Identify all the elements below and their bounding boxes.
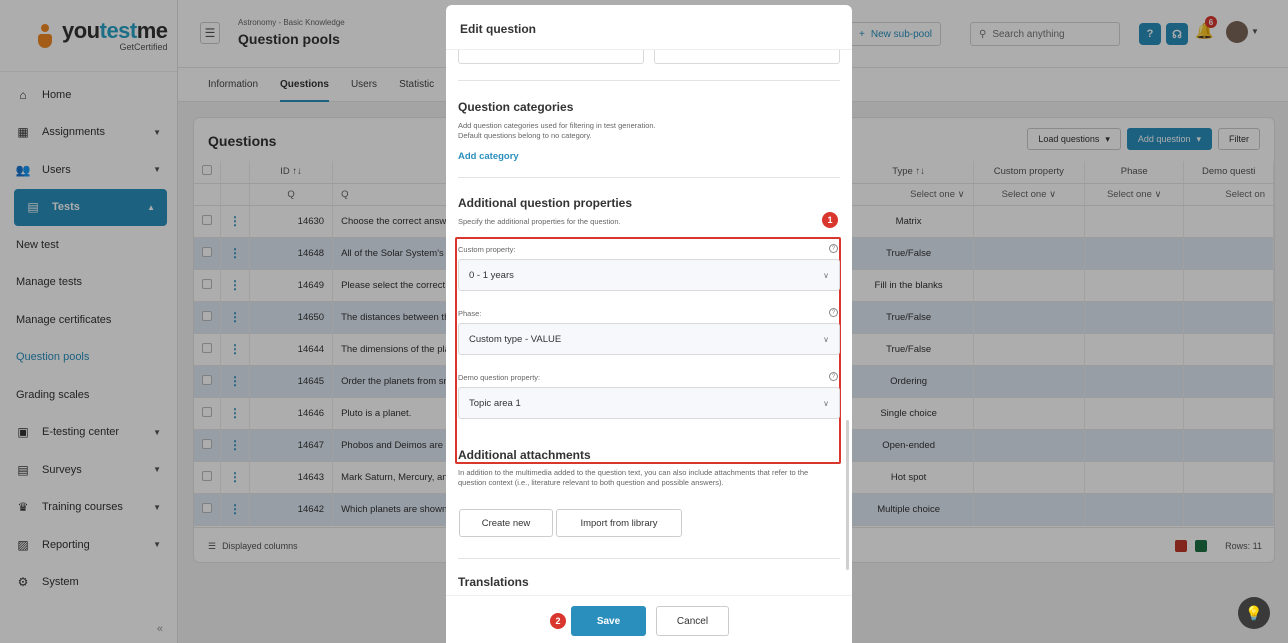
properties-description: Specify the additional properties for th… bbox=[458, 217, 621, 226]
step-marker-2: 2 bbox=[550, 613, 566, 629]
edit-question-dialog: Edit question Question categories Add qu… bbox=[446, 5, 852, 643]
save-button[interactable]: Save bbox=[571, 606, 646, 636]
help-icon[interactable]: ? bbox=[829, 372, 838, 381]
divider bbox=[458, 558, 840, 559]
dialog-scrollbar[interactable] bbox=[846, 420, 849, 570]
step-marker-1: 1 bbox=[822, 212, 838, 228]
help-icon[interactable]: ? bbox=[829, 308, 838, 317]
divider bbox=[458, 80, 840, 81]
attachments-title: Additional attachments bbox=[458, 448, 591, 462]
cancel-button[interactable]: Cancel bbox=[656, 606, 729, 636]
add-category-link[interactable]: Add category bbox=[458, 151, 519, 162]
import-from-library-button[interactable]: Import from library bbox=[556, 509, 682, 537]
custom-property-select[interactable]: 0 - 1 years ∨ bbox=[458, 259, 840, 291]
translations-title: Translations bbox=[458, 575, 529, 589]
attachments-description: In addition to the multimedia added to t… bbox=[458, 468, 809, 487]
custom-property-label: Custom property: bbox=[458, 245, 516, 254]
dialog-title: Edit question bbox=[446, 5, 852, 50]
demo-property-label: Demo question property: bbox=[458, 373, 541, 382]
create-new-button[interactable]: Create new bbox=[459, 509, 553, 537]
chevron-down-icon: ∨ bbox=[823, 398, 829, 408]
previous-field-input[interactable] bbox=[458, 50, 644, 64]
divider bbox=[458, 177, 840, 178]
previous-field-input[interactable] bbox=[654, 50, 840, 64]
chevron-down-icon: ∨ bbox=[823, 270, 829, 280]
phase-select[interactable]: Custom type - VALUE ∨ bbox=[458, 323, 840, 355]
help-icon[interactable]: ? bbox=[829, 244, 838, 253]
phase-label: Phase: bbox=[458, 309, 482, 318]
categories-title: Question categories bbox=[458, 100, 574, 114]
categories-description: Add question categories used for filteri… bbox=[458, 121, 656, 140]
chevron-down-icon: ∨ bbox=[823, 334, 829, 344]
demo-property-select[interactable]: Topic area 1 ∨ bbox=[458, 387, 840, 419]
dialog-body: Question categories Add question categor… bbox=[446, 50, 852, 595]
properties-title: Additional question properties bbox=[458, 196, 633, 210]
dialog-footer: 2 Save Cancel bbox=[446, 595, 852, 643]
tips-lightbulb-icon[interactable]: 💡 bbox=[1238, 597, 1270, 629]
